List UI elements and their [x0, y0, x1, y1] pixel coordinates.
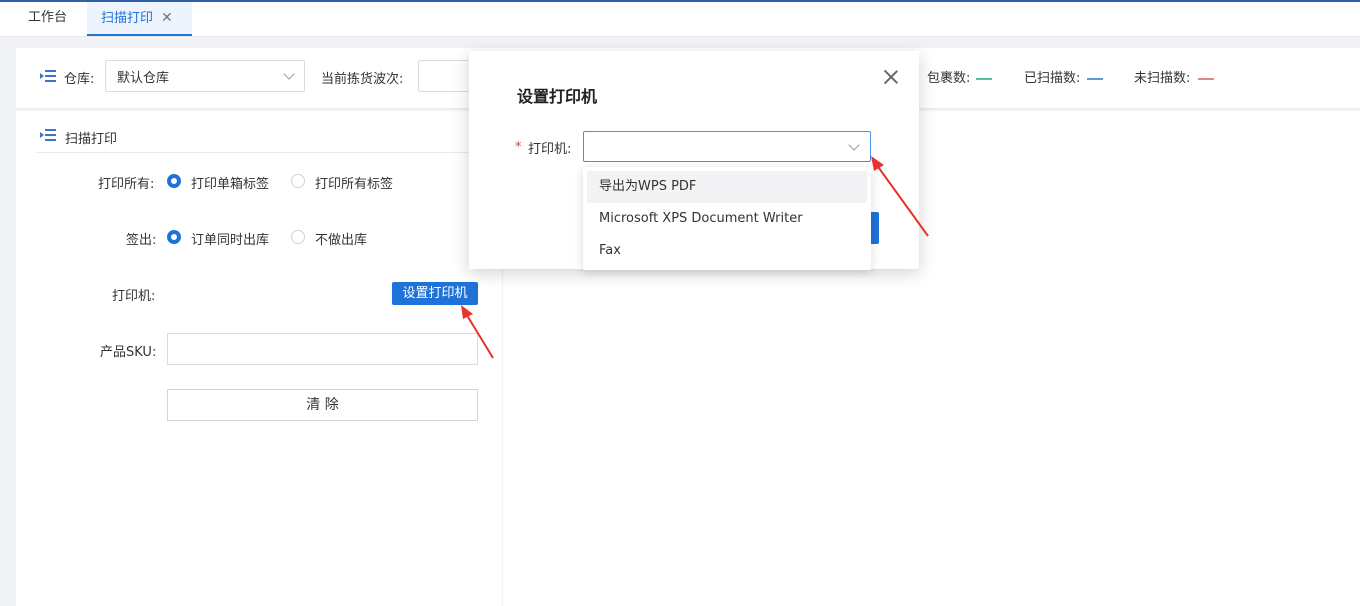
indent-menu-icon — [40, 70, 56, 82]
print-all-tags-label[interactable]: 打印所有标签 — [315, 173, 393, 192]
tab-label: 扫描打印 — [101, 11, 154, 26]
print-single-label[interactable]: 打印单箱标签 — [191, 173, 269, 192]
dialog-title: 设置打印机 — [517, 87, 598, 106]
printer-field-label: 打印机: — [528, 142, 572, 157]
print-all-label: 打印所有: — [98, 177, 155, 192]
panel-title: 扫描打印 — [65, 132, 118, 147]
scan-print-panel: 扫描打印 打印所有: 打印单箱标签 打印所有标签 签出: 订单同时出库 不做出库… — [16, 111, 502, 606]
printer-option[interactable]: 导出为WPS PDF — [587, 171, 867, 203]
tab-scan-print[interactable]: 扫描打印 ✕ — [87, 2, 192, 36]
stat-unscanned-label: 未扫描数: — [1134, 71, 1191, 86]
printer-dropdown: 导出为WPS PDF Microsoft XPS Document Writer… — [583, 167, 871, 270]
chevron-down-icon — [848, 139, 860, 151]
tab-label: 工作台 — [28, 10, 68, 25]
warehouse-label: 仓库: — [64, 72, 95, 87]
radio-print-single[interactable] — [167, 174, 181, 188]
tab-workbench[interactable]: 工作台 — [14, 2, 81, 36]
stat-packages-value — [976, 78, 992, 80]
checkout-none-label[interactable]: 不做出库 — [315, 229, 367, 248]
wave-label: 当前拣货波次: — [321, 72, 404, 87]
stat-scanned-value — [1087, 78, 1103, 80]
checkout-same-label[interactable]: 订单同时出库 — [191, 229, 269, 248]
chevron-down-icon — [283, 68, 295, 80]
radio-checkout-same[interactable] — [167, 230, 181, 244]
close-icon[interactable] — [882, 68, 900, 86]
stat-unscanned-value — [1198, 78, 1214, 80]
printer-label: 打印机: — [112, 289, 156, 304]
warehouse-value: 默认仓库 — [117, 71, 170, 86]
indent-menu-icon — [40, 129, 56, 141]
radio-checkout-none[interactable] — [291, 230, 305, 244]
close-icon[interactable]: ✕ — [161, 10, 173, 26]
sku-input[interactable] — [167, 333, 478, 365]
printer-option[interactable]: Microsoft XPS Document Writer — [587, 203, 867, 235]
sku-label: 产品SKU: — [100, 345, 157, 360]
tab-bar: 工作台 扫描打印 ✕ — [0, 2, 1360, 37]
clear-button[interactable]: 清 除 — [167, 389, 478, 421]
printer-select[interactable] — [583, 131, 871, 162]
checkout-label: 签出: — [126, 233, 157, 248]
annotation-arrow — [871, 156, 929, 237]
warehouse-select[interactable]: 默认仓库 — [105, 60, 305, 92]
divider — [36, 152, 502, 153]
printer-option[interactable]: Fax — [587, 235, 867, 267]
stat-packages-label: 包裹数: — [927, 71, 971, 86]
annotation-arrow — [461, 305, 494, 359]
required-mark: * — [515, 140, 522, 155]
stat-scanned-label: 已扫描数: — [1024, 71, 1081, 86]
radio-print-all[interactable] — [291, 174, 305, 188]
